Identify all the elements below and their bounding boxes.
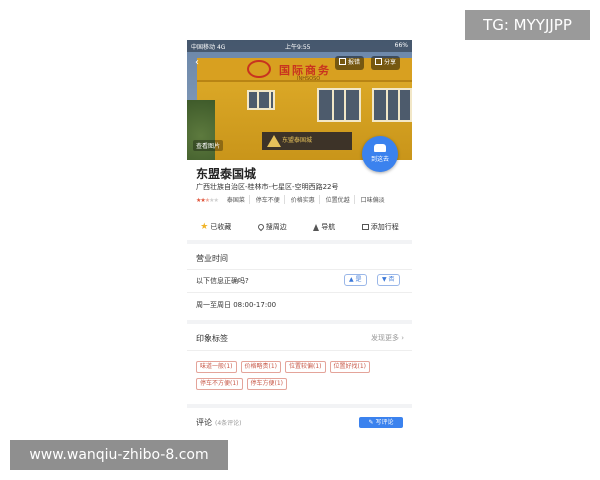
car-icon xyxy=(374,144,386,152)
place-title: 东盟泰国城 xyxy=(196,167,257,181)
view-photos-label[interactable]: 查看图片 xyxy=(193,140,224,151)
thumbs-down-icon: ▼ xyxy=(382,276,387,283)
route-here-button[interactable]: 到这去 xyxy=(362,136,398,172)
confirm-no-button[interactable]: ▼ 否 xyxy=(377,274,400,286)
edit-icon xyxy=(339,58,346,65)
building-logo xyxy=(247,60,271,78)
tree xyxy=(187,100,215,160)
meta-tag: 价格实惠 xyxy=(287,195,320,204)
search-nearby-button[interactable]: 搜周边 xyxy=(256,222,287,232)
calendar-icon xyxy=(361,224,369,230)
meta-tag: 位置优越 xyxy=(322,195,355,204)
building-window xyxy=(247,90,275,110)
impression-tag[interactable]: 位置较偏(1) xyxy=(285,361,326,373)
chevron-right-icon: › xyxy=(401,334,404,342)
impression-tag[interactable]: 停车方便(1) xyxy=(246,378,287,390)
write-review-button[interactable]: ✎ 写评论 xyxy=(359,417,403,428)
favorite-button[interactable]: ★ 已收藏 xyxy=(200,222,231,232)
section-divider xyxy=(187,320,412,324)
share-button[interactable]: 分享 xyxy=(371,56,401,70)
gate-sign-text: 东盟泰国城 xyxy=(282,137,313,144)
confirm-yes-button[interactable]: ▲ 是 xyxy=(344,274,367,286)
divider xyxy=(187,292,412,293)
divider xyxy=(187,269,412,270)
section-divider xyxy=(187,404,412,408)
divider xyxy=(187,350,412,351)
impression-tag[interactable]: 停车不方便(1) xyxy=(196,378,243,390)
status-bar: 中国移动 4G 上午9:55 66% xyxy=(187,40,412,52)
status-time: 上午9:55 xyxy=(285,44,311,51)
report-button[interactable]: 报错 xyxy=(335,56,365,70)
building-window xyxy=(317,88,361,122)
place-meta-row: ★★★★★ 泰国菜 停车不便 价格实惠 位置优越 口味偏淡 xyxy=(196,195,389,204)
review-section-title: 评论 (4条评论) xyxy=(196,418,242,427)
impression-section-title: 印象标签 xyxy=(196,334,228,343)
route-here-label: 到这去 xyxy=(370,156,389,163)
phone-screen: 国际商务 INHSOSO 东盟泰国城 中国移动 4G 上午9:55 66% ‹ … xyxy=(187,40,412,440)
meta-tag: 停车不便 xyxy=(252,195,285,204)
thumbs-up-icon: ▲ xyxy=(349,276,354,283)
navigate-button[interactable]: 导航 xyxy=(313,222,335,232)
navigation-icon xyxy=(313,223,320,231)
building-window xyxy=(372,88,412,122)
watermark-telegram: TG: MYYJJPP xyxy=(465,10,590,40)
back-button[interactable]: ‹ xyxy=(195,57,199,68)
hours-section-title: 营业时间 xyxy=(196,254,228,263)
review-count: (4条评论) xyxy=(215,420,242,427)
opening-hours: 周一至周日 08:00-17:00 xyxy=(196,301,277,309)
section-divider xyxy=(187,240,412,244)
share-icon xyxy=(375,58,382,65)
meta-tag: 泰国菜 xyxy=(223,195,250,204)
action-bar: ★ 已收藏 搜周边 导航 添加行程 xyxy=(187,215,412,239)
info-correct-question: 以下信息正确吗? xyxy=(196,277,249,285)
edit-icon: ✎ xyxy=(368,419,374,426)
discover-more-link[interactable]: 发现更多 › xyxy=(371,333,404,343)
building-sign-subtext: INHSOSO xyxy=(297,76,321,82)
chevron-left-icon: ‹ xyxy=(195,57,199,68)
add-itinerary-button[interactable]: 添加行程 xyxy=(361,222,399,232)
place-address: 广西壮族自治区-桂林市-七星区-空明西路22号 xyxy=(196,183,339,191)
status-network: 4G xyxy=(216,44,226,51)
screenshot-canvas: 国际商务 INHSOSO 东盟泰国城 中国移动 4G 上午9:55 66% ‹ … xyxy=(0,0,600,480)
rating-stars: ★★★★★ xyxy=(196,197,219,204)
star-icon: ★ xyxy=(200,222,209,232)
location-pin-icon xyxy=(256,222,266,232)
impression-tag-list: 味道一般(1) 价格略贵(1) 位置较偏(1) 位置好找(1) 停车不方便(1)… xyxy=(196,361,406,390)
watermark-url: www.wanqiu-zhibo-8.com xyxy=(10,440,228,470)
gate-logo xyxy=(267,133,281,147)
impression-tag[interactable]: 位置好找(1) xyxy=(329,361,370,373)
impression-tag[interactable]: 价格略贵(1) xyxy=(240,361,281,373)
status-carrier: 中国移动 4G xyxy=(191,44,226,51)
meta-tag: 口味偏淡 xyxy=(360,197,385,204)
status-battery: 66% xyxy=(394,42,408,49)
impression-tag[interactable]: 味道一般(1) xyxy=(196,361,237,373)
